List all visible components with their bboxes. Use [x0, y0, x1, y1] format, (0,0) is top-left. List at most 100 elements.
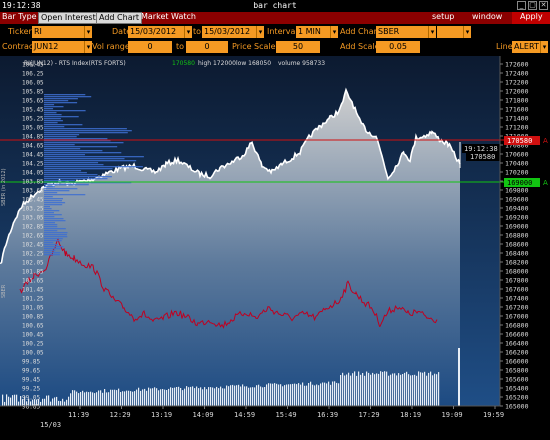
- date-to-dropdown-icon[interactable]: ▾: [256, 26, 264, 38]
- volume-bar: [278, 384, 280, 406]
- volume-bar: [136, 389, 138, 406]
- volume-profile-bar: [44, 188, 78, 190]
- add-scale-label: Add Scale: [340, 42, 380, 51]
- volume-bar: [164, 389, 166, 406]
- volume-bar: [436, 374, 438, 406]
- volume-bar: [422, 372, 424, 406]
- volume-profile-bar: [44, 150, 103, 152]
- volume-bar: [324, 382, 326, 406]
- volume-bar: [174, 387, 176, 406]
- interval-field[interactable]: 1 MIN: [296, 26, 330, 38]
- volume-bar: [244, 386, 246, 406]
- volume-bar: [292, 383, 294, 406]
- price-scale-field[interactable]: 50: [276, 41, 320, 53]
- minimize-icon[interactable]: _: [517, 1, 526, 10]
- volume-bar: [114, 389, 116, 406]
- volume-bar: [104, 389, 106, 406]
- volume-profile-bar: [44, 222, 55, 224]
- volume-profile-bar: [44, 232, 68, 234]
- left-tick-label: 101.65: [22, 278, 44, 285]
- volume-profile-bar: [44, 208, 52, 210]
- right-tick-label: 166600: [505, 331, 529, 339]
- volume-profile-bar: [44, 134, 80, 136]
- line-dropdown-icon[interactable]: ▾: [540, 41, 548, 53]
- left-tick-label: 105.45: [22, 107, 44, 114]
- volume-bar: [6, 394, 8, 406]
- close-icon[interactable]: ✕: [539, 1, 548, 10]
- ticker-field[interactable]: RI: [32, 26, 84, 38]
- add-chart-field[interactable]: SBER: [376, 26, 428, 38]
- volume-bar: [40, 401, 42, 406]
- contract-field[interactable]: JUN12: [32, 41, 84, 53]
- add-chart-extra-field[interactable]: [437, 26, 463, 38]
- volume-bar: [188, 387, 190, 406]
- volume-bar: [376, 373, 378, 406]
- volume-bar: [226, 385, 228, 406]
- date-to-field[interactable]: 15/03/2012: [202, 26, 256, 38]
- volume-bar: [396, 375, 398, 406]
- add-scale-field[interactable]: 0.05: [376, 41, 420, 53]
- volume-bar: [386, 371, 388, 406]
- date-from-field[interactable]: 15/03/2012: [128, 26, 184, 38]
- volume-profile-bar: [44, 216, 55, 218]
- volume-profile-bar: [44, 196, 53, 198]
- left-axis-sub: SBER: [1, 284, 7, 298]
- volume-bar: [120, 392, 122, 406]
- left-tick-label: 102.05: [22, 260, 44, 267]
- line-field[interactable]: ALERT: [512, 41, 540, 53]
- volume-bar: [88, 392, 90, 406]
- volume-bar: [220, 386, 222, 406]
- x-tick-label: 14:09: [193, 411, 214, 419]
- volume-profile-bar: [44, 202, 66, 204]
- volume-bar: [52, 398, 54, 406]
- menu-bar-type[interactable]: Bar Type: [0, 12, 39, 24]
- volume-bar: [138, 387, 140, 406]
- volume-profile-bar: [44, 152, 122, 154]
- menu-setup[interactable]: setup: [430, 12, 456, 24]
- menu-add-chart[interactable]: Add Chart: [96, 12, 143, 24]
- menu-open-interest[interactable]: Open Interest: [38, 12, 99, 24]
- add-chart-extra-dropdown-icon[interactable]: ▾: [463, 26, 471, 38]
- volume-profile-bar: [44, 186, 55, 188]
- menu-market-watch[interactable]: Market Watch: [139, 12, 198, 24]
- apply-button[interactable]: Apply: [512, 12, 550, 24]
- date-from-dropdown-icon[interactable]: ▾: [184, 26, 192, 38]
- volume-bar: [288, 384, 290, 406]
- volume-bar: [316, 384, 318, 406]
- ticker-dropdown-icon[interactable]: ▾: [84, 26, 92, 38]
- volume-profile-bar: [44, 162, 99, 164]
- maximize-icon[interactable]: ▢: [528, 1, 537, 10]
- volume-bar: [362, 373, 364, 406]
- left-tick-label: 102.45: [22, 242, 44, 249]
- volume-profile-bar: [44, 158, 125, 160]
- volume-bar: [352, 373, 354, 406]
- volume-bar: [400, 374, 402, 406]
- volume-bar: [404, 372, 406, 406]
- volume-bar: [280, 384, 282, 406]
- right-tick-label: 169600: [505, 196, 529, 204]
- volume-bar: [112, 389, 114, 406]
- contract-dropdown-icon[interactable]: ▾: [84, 41, 92, 53]
- volume-bar: [250, 387, 252, 406]
- price-chart[interactable]: 19:12:38 170580 172600172400172200172000…: [0, 56, 550, 440]
- add-chart-dropdown-icon[interactable]: ▾: [428, 26, 436, 38]
- add-chart-label: Add Chart: [340, 27, 381, 36]
- vol-to-field[interactable]: 0: [186, 41, 228, 53]
- volume-profile-bar: [44, 168, 113, 170]
- red-alert-letter: A: [543, 137, 548, 145]
- right-tick-label: 170200: [505, 169, 529, 177]
- vol-from-field[interactable]: 0: [128, 41, 172, 53]
- volume-bar: [2, 394, 4, 406]
- chart-area[interactable]: 19:12:38 170580 172600 172400 172200 172000…: [0, 56, 550, 440]
- volume-profile-bar: [44, 242, 54, 244]
- volume-bar: [392, 373, 394, 406]
- menu-window[interactable]: window: [470, 12, 504, 24]
- left-tick-label: 100.05: [22, 350, 44, 357]
- volume-bar: [360, 374, 362, 406]
- left-tick-label: 106.05: [22, 80, 44, 87]
- volume-profile-bar: [44, 138, 108, 140]
- x-tick-label: 13:19: [151, 411, 172, 419]
- volume-bar: [110, 389, 112, 406]
- volume-bar: [428, 372, 430, 406]
- interval-dropdown-icon[interactable]: ▾: [330, 26, 338, 38]
